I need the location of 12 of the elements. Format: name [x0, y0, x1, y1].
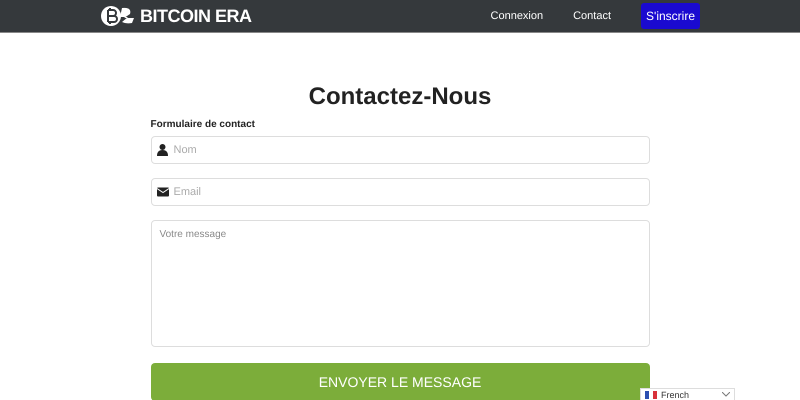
email-field[interactable]: Email: [150, 178, 650, 206]
name-field[interactable]: Nom: [150, 136, 650, 164]
form-label: Formulaire de contact: [150, 119, 256, 130]
message-field[interactable]: Votre message: [150, 220, 650, 347]
signup-button[interactable]: S'inscrire: [641, 3, 700, 29]
nav-link[interactable]: Connexion: [490, 10, 544, 22]
logo-text[interactable]: BITCOIN ERA: [140, 6, 252, 26]
nav-link[interactable]: Contact: [573, 10, 612, 22]
page-title: Contactez-Nous: [308, 83, 492, 111]
language-selector[interactable]: French: [640, 388, 735, 400]
flag-icon: [645, 390, 657, 398]
chevron-down-icon: [722, 392, 730, 397]
